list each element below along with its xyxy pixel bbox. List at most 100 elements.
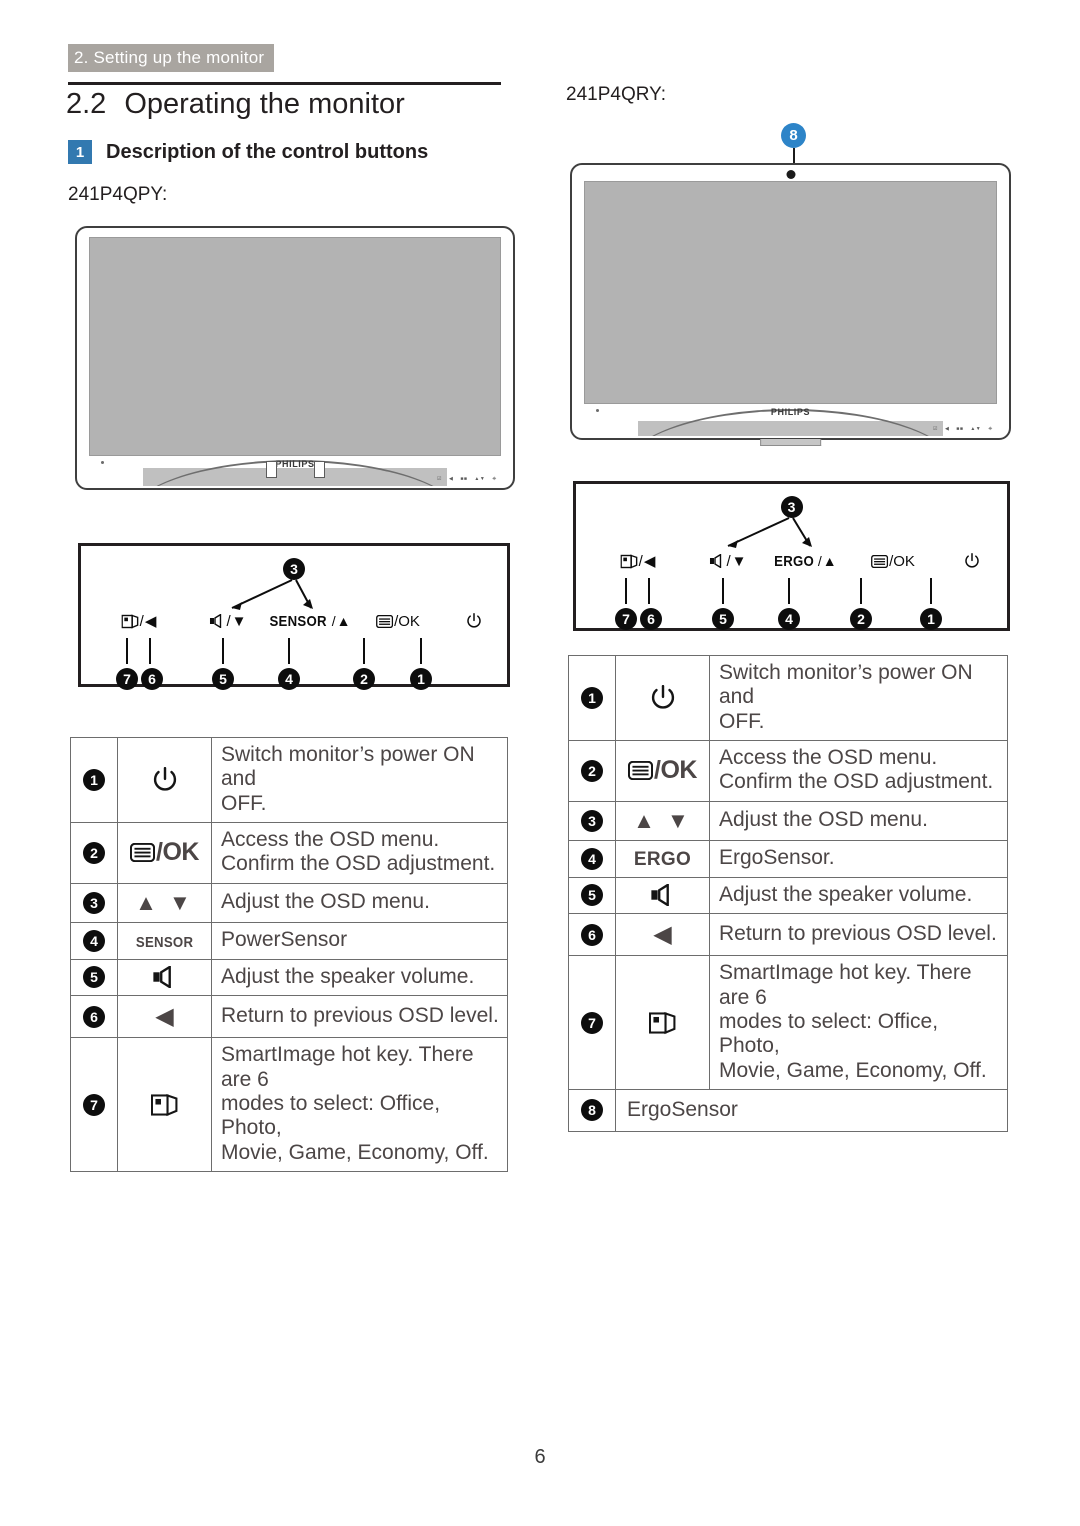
panel-tick-row	[576, 578, 1007, 604]
panel-callout-4: 4	[278, 668, 300, 690]
row-description-cell: Adjust the OSD menu.	[211, 882, 508, 923]
osd-menu-icon	[628, 761, 654, 781]
row-number-cell: 2	[568, 740, 616, 802]
panel-icon-power[interactable]	[466, 613, 482, 629]
panel-top-callout: 3	[780, 496, 803, 518]
back-arrow-icon: ◀	[643, 553, 656, 570]
subsection-heading: 1 Description of the control buttons	[68, 140, 428, 164]
panel-icon-power[interactable]	[964, 553, 980, 569]
bezel-key-glyphs: ☑ ◀ ■■ ▲▼ ⎈	[933, 426, 993, 432]
speaker-icon	[152, 966, 171, 989]
row-icon-cell	[117, 736, 212, 824]
monitor-bezel: PHILIPS ☑ ◀ ■■ ▲▼ ⎈	[89, 457, 501, 487]
row-number-badge: 4	[581, 847, 603, 870]
ergosensor-callout-badge: 8	[781, 123, 806, 148]
row-description-line: Adjust the speaker volume.	[221, 964, 475, 988]
table-row: 4 ERGO ErgoSensor.	[568, 839, 1008, 878]
row-number-badge: 5	[83, 966, 105, 989]
row-number-badge: 4	[83, 929, 105, 952]
row-description-line: ErgoSensor.	[719, 846, 835, 870]
row-number-badge: 1	[581, 687, 603, 710]
row-number-cell: 5	[568, 876, 616, 915]
panel-icon-smartimage-back[interactable]: / ◀	[121, 612, 157, 630]
panel-icon-sensor-up[interactable]: SENSOR / ▲	[266, 613, 350, 630]
bezel-key-menu-icon: ▲▼	[474, 475, 486, 482]
panel-tick-5	[722, 578, 724, 604]
table-row: 4 SENSOR PowerSensor	[70, 921, 508, 960]
up-down-arrows-icon: ▲ ▼	[135, 889, 194, 915]
bezel-key-volume-icon: ■■	[460, 475, 468, 482]
left-model-label: 241P4QPY:	[68, 184, 168, 205]
panel-tick-6	[648, 578, 650, 604]
bezel-key-power-icon: ⎈	[492, 475, 497, 482]
left-arrow-icon: ◀	[653, 921, 672, 949]
page-number: 6	[534, 1446, 546, 1468]
row-number-badge: 7	[581, 1011, 603, 1034]
bezel-key-back-icon: ◀	[448, 475, 454, 482]
panel-tick-7	[625, 578, 627, 604]
panel-tick-1	[420, 638, 422, 664]
panel-callout-7: 7	[116, 668, 138, 690]
bezel-key-menu-icon: ▲▼	[970, 425, 982, 432]
panel-icon-ergo-up[interactable]: ERGO / ▲	[771, 553, 836, 570]
panel-icon-menu-ok[interactable]: /OK	[871, 553, 915, 570]
monitor-illustration-241P4QPY: PHILIPS ☑ ◀ ■■ ▲▼ ⎈	[75, 226, 515, 490]
row-description-line: Confirm the OSD adjustment.	[221, 852, 496, 876]
control-button-table-241P4QRY: 1 Switch monitor’s power ON and OFF. 2/OK Ac…	[568, 654, 1008, 1132]
row-description-line: modes to select: Office, Photo,	[719, 1009, 939, 1058]
panel-tick-5	[222, 638, 224, 664]
panel-icon-smartimage-back[interactable]: / ◀	[620, 552, 656, 570]
down-arrow-icon: ▼	[731, 552, 747, 570]
panel-number-row: 7 6 5 4 2 1	[81, 668, 507, 692]
running-header-banner: 2. Setting up the monitor	[68, 44, 275, 72]
panel-vee-lines	[727, 517, 812, 548]
philips-logo: PHILIPS	[770, 407, 811, 418]
row-description-cell: Access the OSD menu. Confirm the OSD adju…	[211, 822, 508, 884]
speaker-icon	[650, 884, 669, 907]
row-description-cell: SmartImage hot key. There are 6 modes to …	[211, 1037, 508, 1172]
bezel-key-power-icon: ⎈	[988, 425, 993, 432]
section-title-text: Operating the monitor	[124, 88, 405, 120]
row-description-line: Return to previous OSD level.	[719, 921, 997, 945]
panel-callout-5: 5	[712, 608, 734, 630]
table-row: 7 SmartImage hot key. There are 6 modes to…	[568, 955, 1008, 1090]
panel-icon-menu-ok[interactable]: /OK	[376, 613, 420, 630]
row-description-line: PowerSensor	[221, 928, 348, 952]
panel-icon-volume-down[interactable]: / ▼	[209, 613, 247, 630]
smartimage-icon	[649, 1011, 676, 1034]
left-arrow-icon: ◀	[155, 1003, 174, 1031]
panel-callout-4: 4	[778, 608, 800, 630]
row-number-cell: 3	[568, 800, 616, 841]
table-row: 1 Switch monitor’s power ON and OFF.	[70, 736, 508, 824]
smartimage-icon	[151, 1093, 178, 1116]
back-arrow-icon: ◀	[144, 613, 157, 630]
panel-top-callout: 3	[283, 558, 305, 580]
osd-menu-icon	[871, 554, 889, 568]
header-rule	[68, 82, 501, 85]
row-number-cell: 1	[568, 654, 616, 742]
row-description-cell: Adjust the speaker volume.	[709, 876, 1008, 915]
row-number-badge: 2	[83, 841, 105, 864]
row-icon-cell: /OK	[615, 740, 710, 802]
table-row: 3 ▲ ▼ Adjust the OSD menu.	[568, 800, 1008, 841]
row-icon-cell: ◀	[615, 913, 710, 957]
table-row: 2/OK Access the OSD menu. Confirm the OSD …	[568, 740, 1008, 802]
row-number-badge: 8	[581, 1099, 603, 1122]
speaker-icon	[209, 614, 222, 628]
row-number-cell: 4	[70, 921, 118, 960]
row-number-badge: 6	[581, 923, 603, 946]
row-icon-cell	[117, 1037, 212, 1172]
row-description-line: OFF.	[221, 791, 267, 815]
right-model-label: 241P4QRY:	[566, 84, 667, 105]
panel-icon-sep-1: /	[638, 552, 643, 570]
row-number-cell: 7	[568, 955, 616, 1090]
bezel-key-volume-icon: ■■	[956, 425, 964, 432]
row-description-cell: Switch monitor’s power ON and OFF.	[709, 654, 1008, 742]
row-number-cell: 3	[70, 882, 118, 923]
power-icon	[467, 613, 481, 628]
row-number-cell: 7	[70, 1037, 118, 1172]
row-number-cell: 4	[568, 839, 616, 878]
row-description-line: Movie, Game, Economy, Off.	[719, 1058, 987, 1082]
philips-logo: PHILIPS	[275, 458, 315, 469]
panel-icon-volume-down[interactable]: / ▼	[709, 552, 747, 570]
